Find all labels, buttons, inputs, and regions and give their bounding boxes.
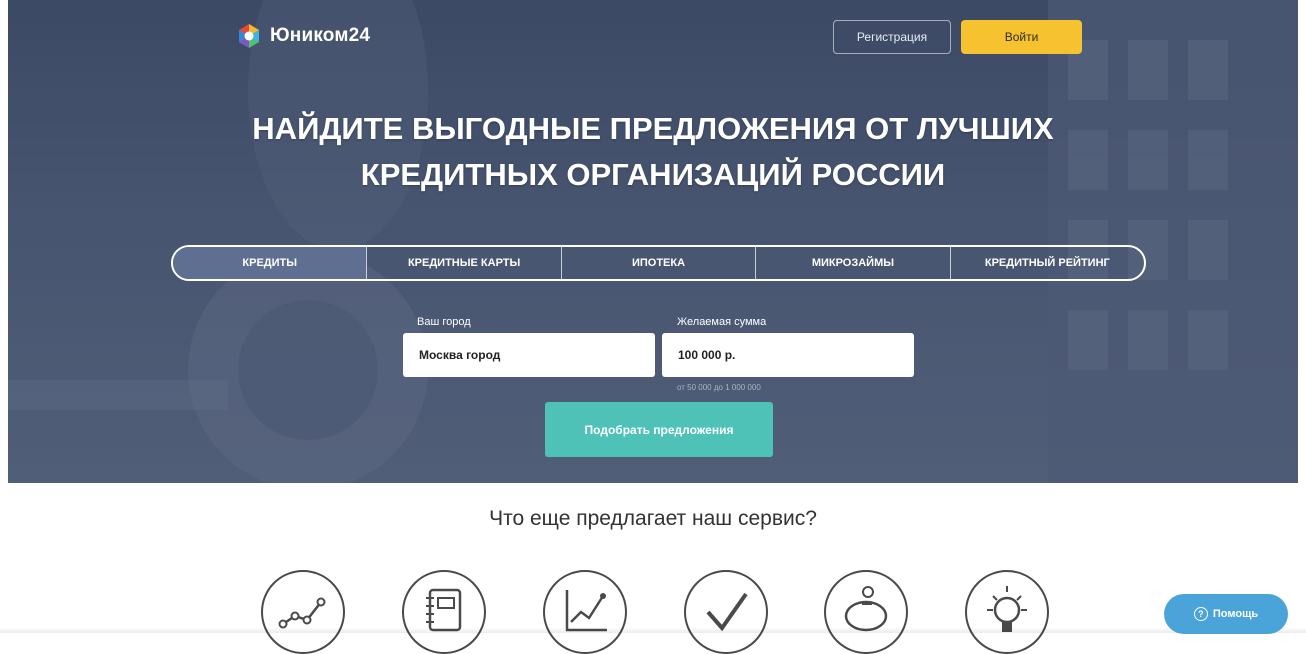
- logo-icon: [239, 24, 259, 48]
- piggy-bank-icon[interactable]: [824, 570, 908, 654]
- checkmark-icon[interactable]: [684, 570, 768, 654]
- growth-chart-icon[interactable]: [543, 570, 627, 654]
- checkmark-glyph: [706, 592, 748, 632]
- tab-microloans[interactable]: МИКРОЗАЙМЫ: [755, 247, 949, 279]
- growth-chart-glyph: [565, 590, 607, 632]
- hero-title-line-2: КРЕДИТНЫХ ОРГАНИЗАЦИЙ РОССИИ: [360, 157, 946, 192]
- product-tabs: КРЕДИТЫ КРЕДИТНЫЕ КАРТЫ ИПОТЕКА МИКРОЗАЙ…: [171, 245, 1146, 281]
- piggy-bank-glyph: [844, 586, 888, 632]
- notebook-icon[interactable]: [402, 570, 486, 654]
- lightbulb-glyph: [987, 586, 1027, 632]
- amount-hint: от 50 000 до 1 000 000: [677, 383, 761, 392]
- tab-credit-cards[interactable]: КРЕДИТНЫЕ КАРТЫ: [366, 247, 560, 279]
- services-title: Что еще предлагает наш сервис?: [489, 507, 817, 530]
- help-label: Помощь: [1212, 608, 1259, 620]
- logo[interactable]: Юником24: [236, 22, 370, 50]
- tab-credit-rating[interactable]: КРЕДИТНЫЙ РЕЙТИНГ: [949, 247, 1144, 279]
- logo-text: Юником24: [270, 25, 371, 46]
- register-button[interactable]: Регистрация: [833, 20, 951, 54]
- tab-mortgage[interactable]: ИПОТЕКА: [560, 247, 755, 279]
- amount-label: Желаемая сумма: [677, 316, 767, 328]
- question-icon: ?: [1193, 607, 1208, 621]
- bottom-shadow: [0, 627, 1306, 633]
- amount-input[interactable]: 100 000 р.: [662, 333, 914, 377]
- hero-title: НАЙДИТЕ ВЫГОДНЫЕ ПРЕДЛОЖЕНИЯ ОТ ЛУЧШИХ К…: [8, 106, 1298, 198]
- lightbulb-icon[interactable]: [965, 570, 1049, 654]
- help-button[interactable]: ? Помощь: [1164, 594, 1288, 634]
- trend-line-icon[interactable]: [261, 570, 345, 654]
- hero-banner: Юником24 Регистрация Войти НАЙДИТЕ ВЫГОД…: [8, 0, 1298, 483]
- find-offers-button[interactable]: Подобрать предложения: [545, 402, 773, 457]
- login-button[interactable]: Войти: [961, 20, 1082, 54]
- tab-credits[interactable]: КРЕДИТЫ: [173, 247, 367, 279]
- city-label: Ваш город: [417, 316, 471, 328]
- hero-title-line-1: НАЙДИТЕ ВЫГОДНЫЕ ПРЕДЛОЖЕНИЯ ОТ ЛУЧШИХ: [252, 111, 1054, 146]
- city-input[interactable]: Москва город: [403, 333, 655, 377]
- notebook-glyph: [426, 588, 462, 632]
- trend-line-glyph: [278, 597, 326, 629]
